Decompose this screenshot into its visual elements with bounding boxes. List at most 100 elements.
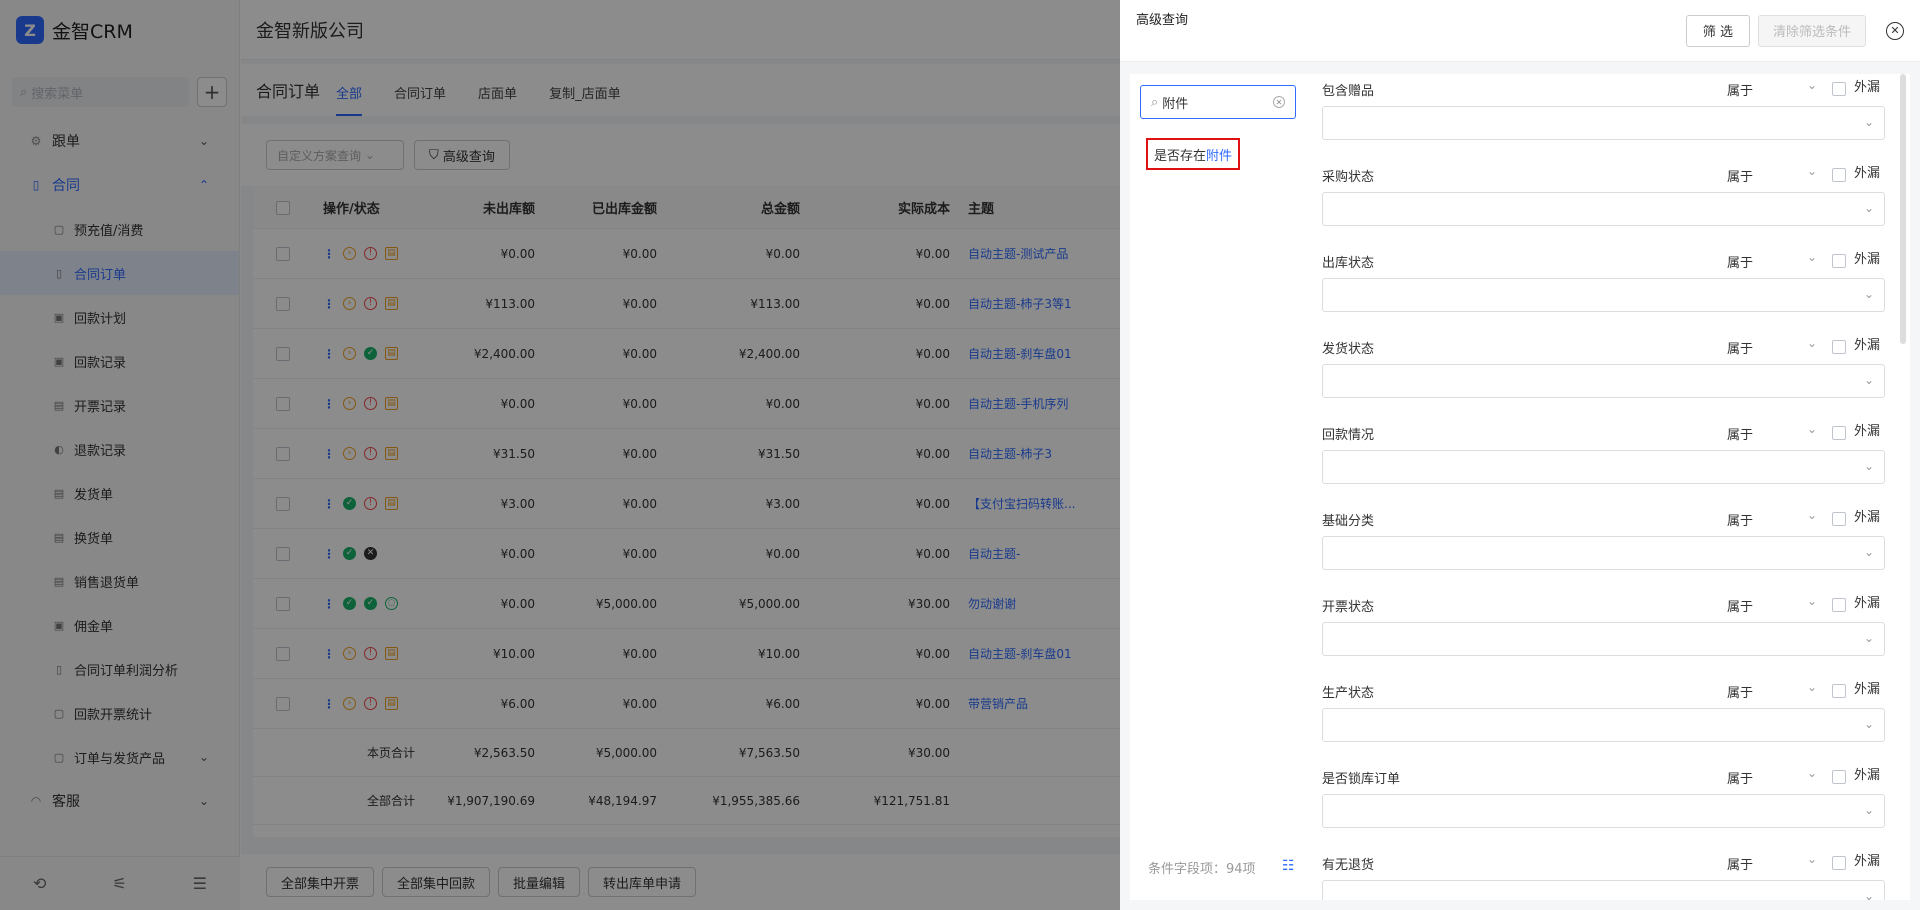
external-checkbox[interactable]	[1832, 512, 1846, 526]
field-label: 开票状态	[1322, 600, 1375, 615]
external-checkbox[interactable]	[1832, 340, 1846, 354]
condition-count: 条件字段项：94项	[1148, 862, 1256, 877]
result-highlight: 附件	[1206, 148, 1233, 164]
chevron-down-icon[interactable]: ⌄	[1807, 164, 1817, 178]
external-label: 外漏	[1854, 338, 1881, 353]
external-label: 外漏	[1854, 596, 1881, 611]
result-prefix: 是否存在	[1154, 148, 1207, 164]
chevron-down-icon: ⌄	[1863, 803, 1874, 817]
chevron-down-icon: ⌄	[1863, 717, 1874, 731]
operator-select[interactable]: 属于	[1727, 252, 1753, 271]
external-label: 外漏	[1854, 166, 1881, 181]
field-label: 发货状态	[1322, 342, 1375, 357]
operator-select[interactable]: 属于	[1727, 510, 1753, 529]
chevron-down-icon[interactable]: ⌄	[1807, 336, 1817, 350]
external-checkbox[interactable]	[1832, 684, 1846, 698]
field-label: 基础分类	[1322, 514, 1375, 529]
condition-field: 回款情况 属于 ⌄ 外漏 ⌄	[1322, 418, 1894, 504]
external-label: 外漏	[1854, 424, 1881, 439]
clear-filters-button[interactable]: 清除筛选条件	[1757, 14, 1866, 47]
chevron-down-icon: ⌄	[1863, 201, 1874, 215]
external-label: 外漏	[1854, 854, 1881, 869]
value-select[interactable]: ⌄	[1322, 192, 1885, 226]
sliders-icon[interactable]: ☷	[1282, 858, 1295, 874]
chevron-down-icon: ⌄	[1863, 545, 1874, 559]
close-icon[interactable]: ✕	[1886, 21, 1904, 40]
field-label: 回款情况	[1322, 428, 1375, 443]
condition-field: 出库状态 属于 ⌄ 外漏 ⌄	[1322, 246, 1894, 332]
operator-select[interactable]: 属于	[1727, 338, 1753, 357]
value-select[interactable]: ⌄	[1322, 708, 1885, 742]
external-checkbox[interactable]	[1832, 426, 1846, 440]
operator-select[interactable]: 属于	[1727, 166, 1753, 185]
field-label: 包含赠品	[1322, 84, 1375, 99]
external-label: 外漏	[1854, 80, 1881, 95]
chevron-down-icon[interactable]: ⌄	[1807, 250, 1817, 264]
modal-overlay[interactable]	[0, 0, 1120, 910]
search-result-item[interactable]: 是否存在 附件	[1146, 138, 1241, 170]
operator-select[interactable]: 属于	[1727, 854, 1753, 873]
operator-select[interactable]: 属于	[1727, 80, 1753, 99]
external-checkbox[interactable]	[1832, 598, 1846, 612]
condition-fields: 包含赠品 属于 ⌄ 外漏 ⌄ 采购状态 属于 ⌄ 外漏 ⌄ 出库状态 属于 ⌄ 外漏 ⌄ 发货状态 属于 ⌄ 外漏 ⌄…	[1322, 74, 1894, 900]
value-select[interactable]: ⌄	[1322, 880, 1885, 900]
chevron-down-icon: ⌄	[1863, 459, 1874, 473]
value-select[interactable]: ⌄	[1322, 450, 1885, 484]
external-checkbox[interactable]	[1832, 82, 1846, 96]
field-search-value: 附件	[1162, 96, 1189, 112]
chevron-down-icon[interactable]: ⌄	[1807, 422, 1817, 436]
chevron-down-icon[interactable]: ⌄	[1807, 78, 1817, 92]
chevron-down-icon[interactable]: ⌄	[1807, 766, 1817, 780]
chevron-down-icon: ⌄	[1863, 373, 1874, 387]
value-select[interactable]: ⌄	[1322, 536, 1885, 570]
filter-button[interactable]: 筛 选	[1685, 14, 1750, 47]
external-label: 外漏	[1854, 768, 1881, 783]
condition-field: 有无退货 属于 ⌄ 外漏 ⌄	[1322, 848, 1894, 900]
chevron-down-icon: ⌄	[1863, 287, 1874, 301]
external-label: 外漏	[1854, 510, 1881, 525]
field-label: 是否锁库订单	[1322, 772, 1401, 787]
panel-body: ⌕ 附件 ✕ 是否存在 附件 条件字段项：94项 ☷ 包含赠品 属于 ⌄ 外漏 ⌄ 采购状态…	[1130, 74, 1910, 900]
field-label: 有无退货	[1322, 858, 1375, 873]
field-search-column: ⌕ 附件 ✕ 是否存在 附件 条件字段项：94项 ☷	[1130, 74, 1310, 900]
panel-title: 高级查询	[1136, 13, 1189, 28]
advanced-query-panel: 高级查询 筛 选 清除筛选条件 ✕ ⌕ 附件 ✕ 是否存在 附件 条件字段项：94…	[1120, 0, 1920, 910]
chevron-down-icon[interactable]: ⌄	[1807, 508, 1817, 522]
external-label: 外漏	[1854, 682, 1881, 697]
field-label: 采购状态	[1322, 170, 1375, 185]
value-select[interactable]: ⌄	[1322, 106, 1885, 140]
condition-field: 发货状态 属于 ⌄ 外漏 ⌄	[1322, 332, 1894, 418]
clear-input-icon[interactable]: ✕	[1273, 96, 1285, 108]
value-select[interactable]: ⌄	[1322, 364, 1885, 398]
operator-select[interactable]: 属于	[1727, 768, 1753, 787]
condition-field: 基础分类 属于 ⌄ 外漏 ⌄	[1322, 504, 1894, 590]
external-label: 外漏	[1854, 252, 1881, 267]
chevron-down-icon[interactable]: ⌄	[1807, 852, 1817, 866]
external-checkbox[interactable]	[1832, 168, 1846, 182]
operator-select[interactable]: 属于	[1727, 596, 1753, 615]
condition-field: 开票状态 属于 ⌄ 外漏 ⌄	[1322, 590, 1894, 676]
operator-select[interactable]: 属于	[1727, 424, 1753, 443]
value-select[interactable]: ⌄	[1322, 622, 1885, 656]
condition-field: 生产状态 属于 ⌄ 外漏 ⌄	[1322, 676, 1894, 762]
chevron-down-icon[interactable]: ⌄	[1807, 680, 1817, 694]
operator-select[interactable]: 属于	[1727, 682, 1753, 701]
condition-field: 是否锁库订单 属于 ⌄ 外漏 ⌄	[1322, 762, 1894, 848]
chevron-down-icon[interactable]: ⌄	[1807, 594, 1817, 608]
value-select[interactable]: ⌄	[1322, 794, 1885, 828]
value-select[interactable]: ⌄	[1322, 278, 1885, 312]
field-label: 出库状态	[1322, 256, 1375, 271]
condition-field: 包含赠品 属于 ⌄ 外漏 ⌄	[1322, 74, 1894, 160]
chevron-down-icon: ⌄	[1863, 115, 1874, 129]
external-checkbox[interactable]	[1832, 856, 1846, 870]
search-icon: ⌕	[1151, 94, 1159, 110]
scrollbar[interactable]	[1900, 74, 1906, 344]
chevron-down-icon: ⌄	[1863, 631, 1874, 645]
chevron-down-icon: ⌄	[1863, 889, 1874, 900]
external-checkbox[interactable]	[1832, 770, 1846, 784]
app-root: Z 金智CRM ⌕ 搜索菜单 + ⚙ 跟单 ⌄ ▯ 合同 ⌃ ▢ 预充值/消费 ▯…	[0, 0, 1920, 910]
external-checkbox[interactable]	[1832, 254, 1846, 268]
panel-header: 高级查询 筛 选 清除筛选条件 ✕	[1120, 0, 1920, 62]
field-search-input[interactable]: ⌕ 附件 ✕	[1140, 85, 1296, 119]
field-label: 生产状态	[1322, 686, 1375, 701]
